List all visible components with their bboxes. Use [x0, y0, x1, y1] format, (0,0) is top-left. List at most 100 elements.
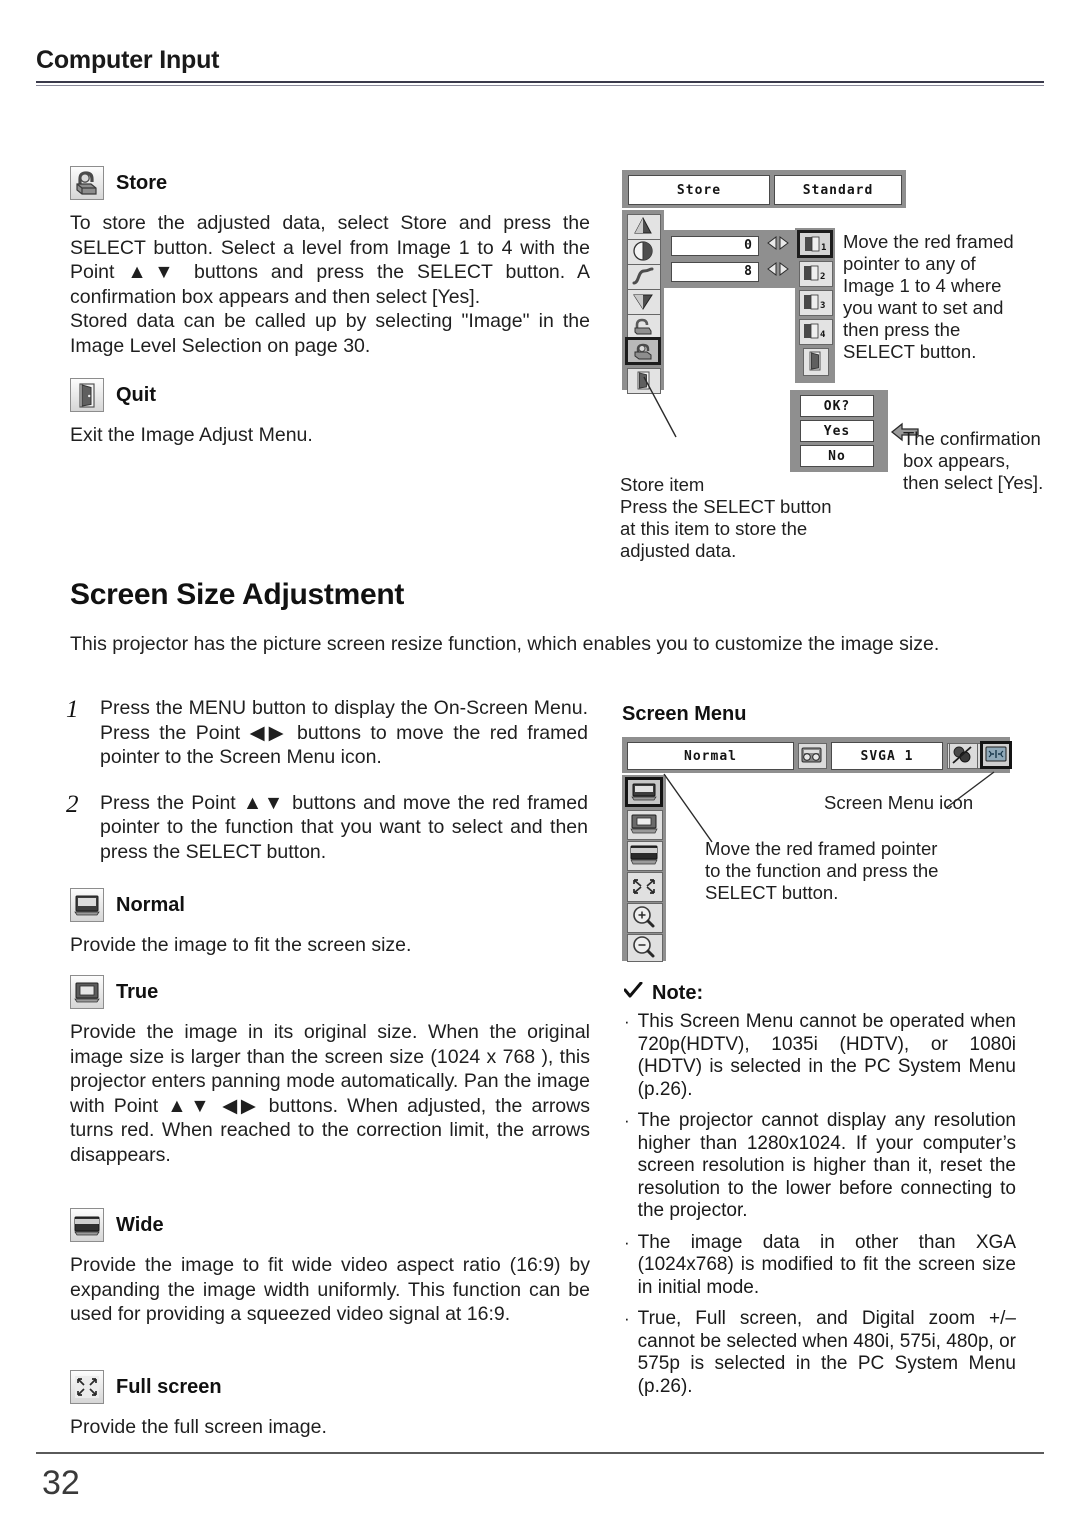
note-list-item: · The projector cannot display any resol… — [624, 1110, 1016, 1223]
osd-tab-row: Store Standard — [622, 170, 906, 208]
image-adjust-osd: Store Standard 0 8 — [622, 170, 906, 438]
quit-door-icon[interactable] — [803, 348, 829, 376]
screen-mode-field[interactable]: Normal — [627, 742, 794, 770]
store-item-callout: Store item Press the SELECT button at th… — [620, 474, 832, 561]
svg-text:3: 3 — [820, 301, 825, 311]
screen-true-icon[interactable] — [627, 810, 663, 840]
store-tab-label: Store — [676, 182, 722, 198]
page-number: 32 — [42, 1464, 80, 1502]
note-item-text: The projector cannot display any resolut… — [637, 1110, 1016, 1221]
screen-full-icon[interactable] — [627, 872, 663, 902]
note-item-text: The image data in other than XGA (1024x7… — [637, 1231, 1016, 1298]
quit-door-icon — [70, 378, 104, 412]
page-header: Computer Input — [36, 46, 1044, 86]
note-list: · This Screen Menu cannot be operated wh… — [624, 1011, 1016, 1398]
store-heading-label: Store — [116, 171, 168, 194]
quit-heading-label: Quit — [116, 383, 156, 406]
note-list-item: · True, Full screen, and Digital zoom +/… — [624, 1308, 1016, 1398]
wide-heading-row: Wide — [70, 1208, 590, 1242]
screen-item-true: True Provide the image in its original s… — [70, 975, 590, 1168]
value-field-2[interactable]: 8 — [671, 261, 759, 282]
store-section: Store To store the adjusted data, select… — [70, 166, 590, 359]
confirm-title-label: OK? — [823, 398, 851, 414]
confirm-title: OK? — [800, 395, 874, 417]
color-temp-triangle-icon[interactable] — [627, 289, 661, 315]
screen-mode-value: Normal — [684, 748, 737, 764]
confirm-no-button[interactable]: No — [800, 445, 874, 467]
note-item-text: This Screen Menu cannot be operated when… — [637, 1011, 1016, 1100]
left-right-arrows-icon[interactable] — [765, 235, 791, 256]
contrast-triangle-icon[interactable] — [627, 214, 661, 240]
value-panel: 0 8 — [664, 230, 814, 288]
image-level-4-icon[interactable]: 4 — [799, 319, 833, 345]
step-text: Press the Point ▲▼ buttons and move the … — [100, 791, 588, 863]
check-mark-icon — [623, 981, 643, 1004]
store-leader-line — [643, 376, 677, 438]
fullscreen-heading-label: Full screen — [116, 1375, 222, 1398]
store-padlock-icon — [70, 166, 104, 200]
screen-normal-icon[interactable] — [625, 777, 663, 807]
left-right-arrows-icon[interactable] — [765, 261, 791, 282]
normal-heading-label: Normal — [116, 893, 185, 916]
confirm-yes-button[interactable]: Yes — [800, 420, 874, 442]
wide-heading-label: Wide — [116, 1213, 164, 1236]
digital-zoom-out-icon[interactable] — [627, 934, 663, 962]
screen-size-heading: Screen Size Adjustment — [70, 578, 405, 611]
value-field-1[interactable]: 0 — [671, 235, 759, 256]
note-heading-label: Note: — [652, 982, 704, 1004]
screen-wide-icon[interactable] — [627, 841, 663, 871]
image-level-panel: 1 2 3 4 — [795, 228, 835, 383]
step-item: 2 Press the Point ▲▼ buttons and move th… — [66, 791, 588, 865]
quit-body-text: Exit the Image Adjust Menu. — [70, 424, 313, 446]
fullscreen-heading-row: Full screen — [70, 1370, 590, 1404]
svg-text:4: 4 — [820, 330, 826, 340]
store-body-text: To store the adjusted data, select Store… — [70, 212, 590, 357]
standard-tab[interactable]: Standard — [774, 175, 902, 205]
sound-speaker-icon[interactable] — [798, 743, 827, 769]
confirm-yes-label: Yes — [823, 423, 851, 439]
image-level-strip: 1 2 3 4 — [795, 228, 835, 383]
gamma-curve-icon[interactable] — [627, 264, 661, 290]
store-padlock-icon[interactable] — [625, 337, 661, 365]
image-level-1-icon[interactable]: 1 — [797, 230, 833, 258]
note-block: Note: · This Screen Menu cannot be opera… — [623, 981, 1016, 1398]
screen-size-steps: 1 Press the MENU button to display the O… — [66, 696, 588, 886]
note-bullet-icon: · — [624, 1012, 630, 1031]
value-field-2-text: 8 — [744, 264, 753, 279]
screen-menu-icon-callout: Screen Menu icon — [824, 792, 974, 813]
screen-item-normal: Normal Provide the image to fit the scre… — [70, 888, 590, 958]
step-number: 1 — [66, 696, 79, 723]
confirmation-note: The confirmation box appears, then selec… — [903, 428, 1044, 493]
step-text: Press the MENU button to display the On-… — [100, 697, 588, 769]
quit-section: Quit Exit the Image Adjust Menu. — [70, 378, 590, 448]
store-heading-row: Store — [70, 166, 590, 200]
note-heading-row: Note: — [623, 981, 1016, 1005]
screen-true-icon — [70, 975, 104, 1009]
note-bullet-icon: · — [624, 1111, 630, 1130]
system-value: SVGA 1 — [860, 748, 914, 764]
screen-size-intro: This projector has the picture screen re… — [70, 633, 940, 655]
screen-menu-icon[interactable] — [980, 741, 1012, 769]
value-field-1-text: 0 — [744, 238, 753, 253]
store-tab[interactable]: Store — [628, 175, 770, 205]
digital-zoom-in-icon[interactable] — [627, 903, 663, 933]
image-adjust-icon[interactable] — [949, 743, 978, 769]
brightness-circle-icon[interactable] — [627, 239, 661, 265]
fullscreen-body-text: Provide the full screen image. — [70, 1416, 327, 1438]
note-list-item: · This Screen Menu cannot be operated wh… — [624, 1011, 1016, 1101]
step-number: 2 — [66, 790, 79, 818]
wide-body-text: Provide the image to fit wide video aspe… — [70, 1254, 590, 1326]
true-heading-label: True — [116, 980, 159, 1003]
screen-normal-icon — [70, 888, 104, 922]
note-list-item: · The image data in other than XGA (1024… — [624, 1232, 1016, 1300]
note-bullet-icon: · — [624, 1309, 630, 1328]
header-divider — [36, 81, 1044, 86]
normal-heading-row: Normal — [70, 888, 590, 922]
screen-menu-caption: Screen Menu — [622, 703, 747, 725]
image-level-3-icon[interactable]: 3 — [799, 290, 833, 316]
standard-tab-label: Standard — [802, 182, 874, 198]
svg-text:2: 2 — [820, 272, 825, 282]
image-level-2-icon[interactable]: 2 — [799, 261, 833, 287]
value-row: 0 — [671, 235, 791, 256]
system-field[interactable]: SVGA 1 — [831, 742, 943, 770]
